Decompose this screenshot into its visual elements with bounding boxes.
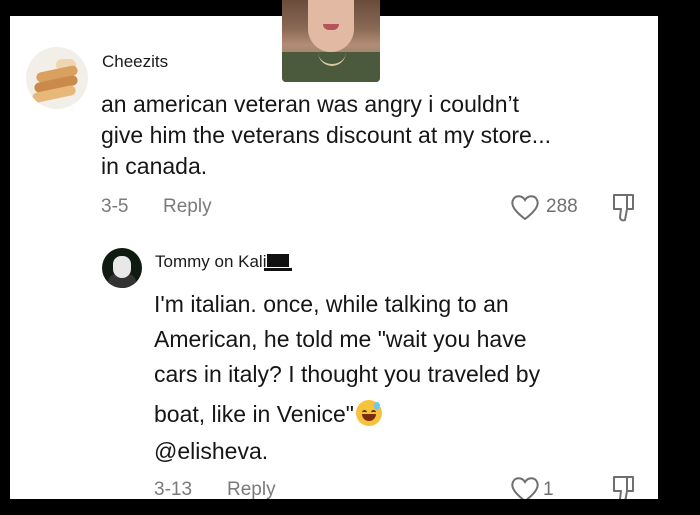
comment-1-username[interactable]: Cheezits: [102, 52, 168, 72]
comment-2-line-1: I'm italian. once, while talking to an: [154, 291, 509, 317]
comment-1-line-2: give him the veterans discount at my sto…: [101, 122, 551, 148]
heart-outline-icon[interactable]: [510, 194, 540, 221]
comment-2-line-3: cars in italy? I thought you traveled by: [154, 361, 541, 387]
comment-1-text: an american veteran was angry i couldn’t…: [101, 89, 551, 182]
comment-1-line-1: an american veteran was angry i couldn’t: [101, 91, 520, 117]
cheezits-avatar[interactable]: [26, 47, 88, 109]
comment-1-line-3: in canada.: [101, 153, 208, 179]
video-thumbnail[interactable]: [282, 0, 380, 82]
comment-2-username-text: Tommy on Kali: [155, 252, 267, 271]
comment-2-username[interactable]: Tommy on Kali: [155, 252, 293, 272]
grinning-face-with-sweat-icon: [355, 400, 382, 426]
thumbs-down-outline-icon[interactable]: [611, 475, 637, 499]
comment-2-date: 3-13: [154, 479, 193, 499]
tommy-avatar[interactable]: [102, 248, 142, 288]
comment-1-date: 3-5: [101, 196, 129, 217]
comment-2-text: I'm italian. once, while talking to an A…: [154, 287, 540, 466]
avatar-mask-shape: [113, 256, 131, 278]
comments-panel: Cheezits an american veteran was angry i…: [10, 16, 658, 499]
comment-2-mention[interactable]: @elisheva.: [154, 436, 540, 466]
laptop-icon: [264, 254, 293, 271]
tiktok-comments-screen: { "comments": [ { "username": "Cheezits"…: [0, 0, 700, 515]
comment-1-reply-button[interactable]: Reply: [163, 196, 212, 218]
comment-2-like-count: 1: [543, 479, 554, 499]
comment-2-line-4-text: boat, like in Venice": [154, 401, 354, 427]
comment-2-line-2: American, he told me "wait you have: [154, 326, 527, 352]
comment-2-line-4: boat, like in Venice": [154, 392, 540, 436]
comment-2-reply-button[interactable]: Reply: [227, 479, 276, 499]
thumbs-down-outline-icon[interactable]: [611, 193, 637, 223]
heart-outline-icon[interactable]: [510, 476, 540, 499]
comment-1-like-count: 288: [546, 196, 578, 217]
